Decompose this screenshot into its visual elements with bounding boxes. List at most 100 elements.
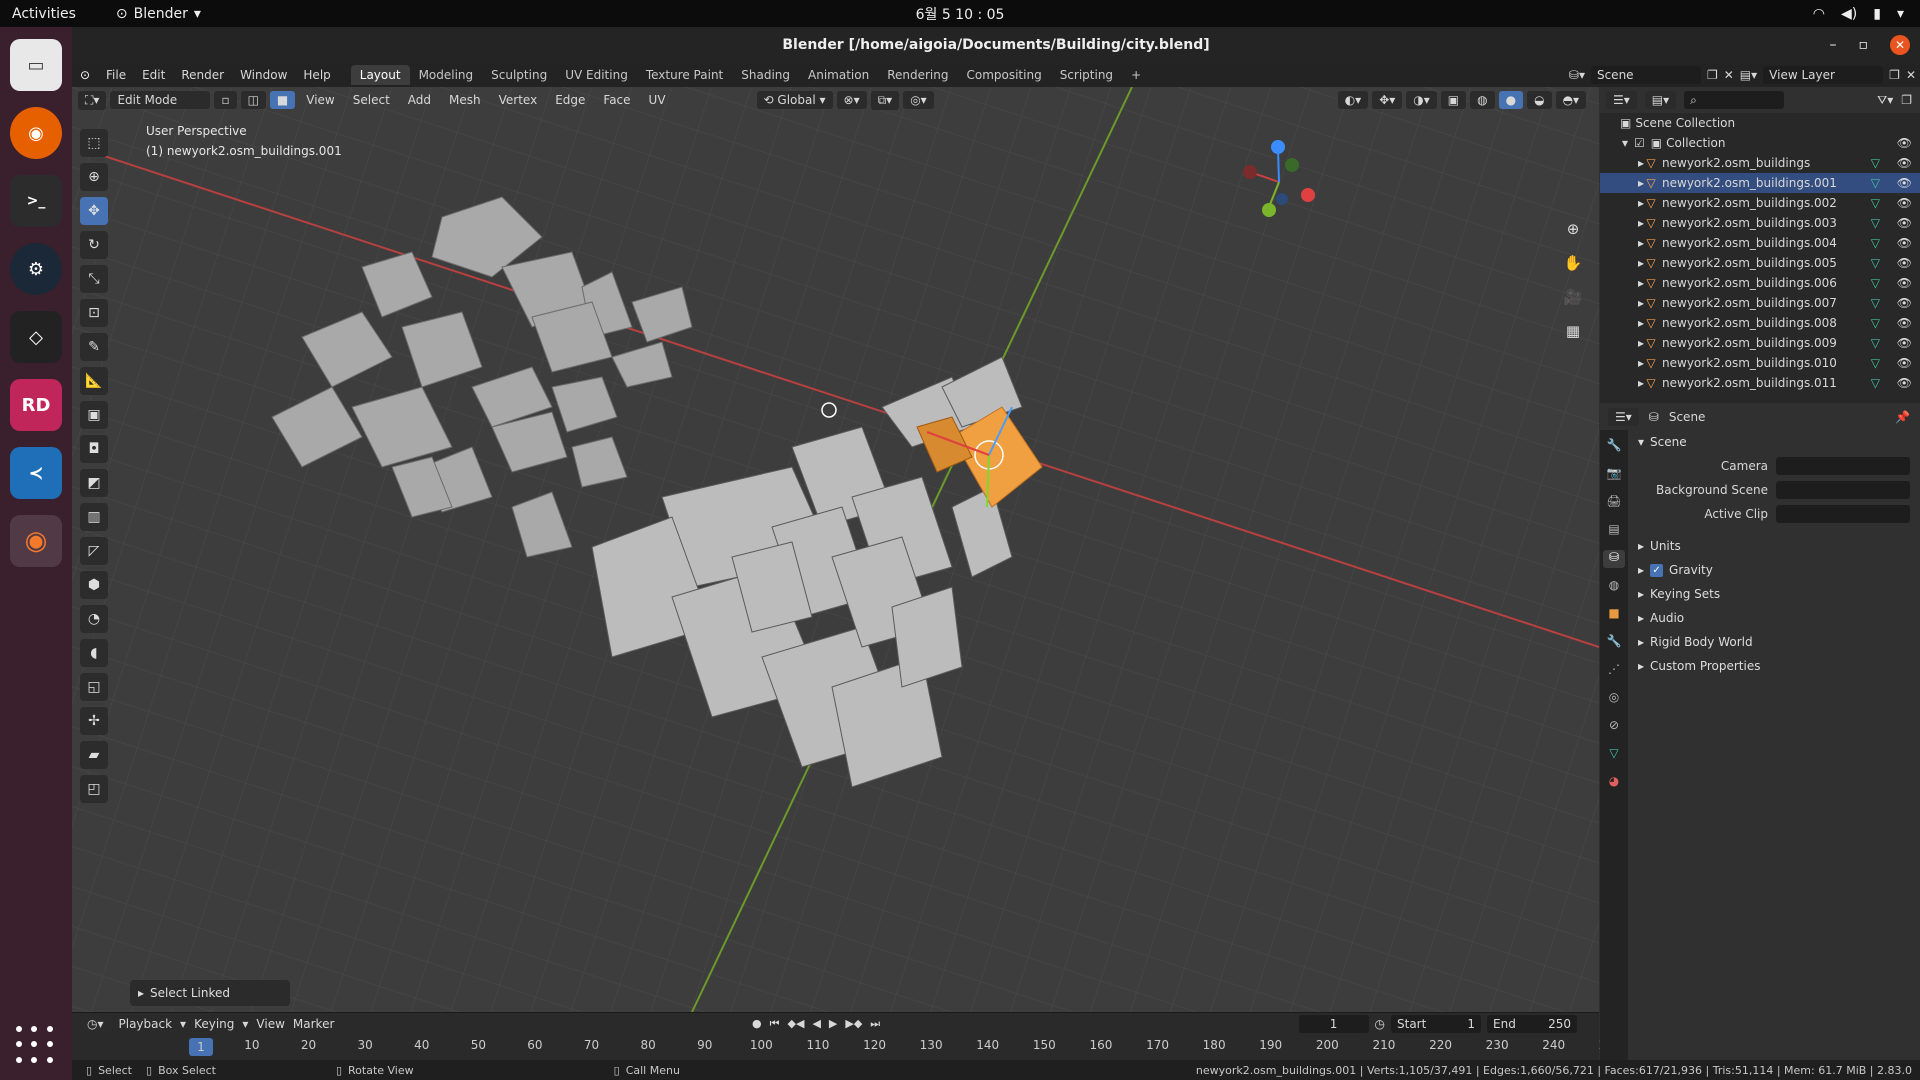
rigid-body-world-panel[interactable]: ▸ Rigid Body World	[1628, 630, 1920, 654]
material-tab-icon[interactable]: ◕	[1603, 774, 1625, 792]
menu-uv[interactable]: UV	[642, 93, 673, 107]
wireframe-shading-icon[interactable]: ◍	[1470, 91, 1495, 109]
expand-arrow-icon[interactable]: ▾	[1622, 136, 1628, 150]
checkbox-icon[interactable]: ☑	[1634, 136, 1645, 150]
background-scene-field[interactable]	[1776, 481, 1910, 499]
outliner-editor-icon[interactable]: ☰▾	[1606, 91, 1637, 109]
audio-panel[interactable]: ▸ Audio	[1628, 606, 1920, 630]
eye-icon[interactable]: 👁	[1897, 316, 1912, 330]
next-keyframe-icon[interactable]: ▶◆	[845, 1017, 862, 1031]
eye-icon[interactable]: 👁	[1897, 296, 1912, 310]
outliner-object-row[interactable]: ▸ ▽ newyork2.osm_buildings.010 ▽ 👁	[1600, 353, 1920, 373]
select-box-icon[interactable]: ⬚	[80, 129, 108, 157]
menu-view-timeline[interactable]: View	[256, 1017, 284, 1031]
cursor-icon[interactable]: ⊕	[80, 163, 108, 191]
system-tray[interactable]: ◠ ◀) ▮ ▾	[1813, 6, 1904, 22]
camera-view-icon[interactable]: 🎥	[1561, 285, 1585, 309]
firefox-icon[interactable]: ◉	[10, 107, 62, 159]
eye-icon[interactable]: 👁	[1897, 336, 1912, 350]
outliner-object-row[interactable]: ▸ ▽ newyork2.osm_buildings.006 ▽ 👁	[1600, 273, 1920, 293]
remove-view-layer-icon[interactable]: ✕	[1906, 68, 1916, 82]
menu-view[interactable]: View	[299, 93, 341, 107]
eye-icon[interactable]: 👁	[1897, 156, 1912, 170]
remove-scene-icon[interactable]: ✕	[1724, 68, 1734, 82]
files-icon[interactable]: ▭	[10, 39, 62, 91]
frame-ruler[interactable]: 1 10 20 30 40 50 60 70 80 90 100 110 120 130 140 150 16…	[72, 1035, 1622, 1057]
3d-viewport[interactable]: ⛶▾ Edit Mode ▫ ◫ ■ View Select Add Mesh …	[72, 87, 1599, 1012]
jump-end-icon[interactable]: ⏭	[870, 1017, 880, 1031]
collection-row[interactable]: ▾ ☑ ▣ Collection 👁	[1600, 133, 1920, 153]
overlays-icon[interactable]: ◑▾	[1406, 91, 1437, 109]
constraints-tab-icon[interactable]: ⊘	[1603, 718, 1625, 736]
scene-tab-icon[interactable]: ⛁	[1603, 550, 1625, 568]
record-icon[interactable]: ●	[752, 1017, 762, 1031]
show-apps-icon[interactable]	[16, 1026, 56, 1066]
mesh-data-icon[interactable]: ▽	[1871, 256, 1880, 270]
new-view-layer-icon[interactable]: ❐	[1889, 68, 1900, 82]
xray-icon[interactable]: ▣	[1440, 91, 1467, 109]
scene-field[interactable]: Scene	[1590, 66, 1701, 84]
annotate-icon[interactable]: ✎	[80, 333, 108, 361]
menu-add[interactable]: Add	[401, 93, 438, 107]
mesh-data-icon[interactable]: ▽	[1871, 376, 1880, 390]
select-mode-vertex-icon[interactable]: ▫	[214, 91, 237, 109]
edge-slide-icon[interactable]: ◱	[80, 673, 108, 701]
tab-modeling[interactable]: Modeling	[410, 65, 483, 85]
gravity-panel[interactable]: ▸ ✓ Gravity	[1628, 558, 1920, 582]
vscode-icon[interactable]: ≺	[10, 447, 62, 499]
keying-sets-panel[interactable]: ▸ Keying Sets	[1628, 582, 1920, 606]
spin-icon[interactable]: ◔	[80, 605, 108, 633]
window-titlebar[interactable]: Blender [/home/aigoia/Documents/Building…	[72, 27, 1920, 63]
view-layer-icon[interactable]: ▤▾	[1740, 68, 1757, 82]
eye-icon[interactable]: 👁	[1897, 356, 1912, 370]
units-panel[interactable]: ▸ Units	[1628, 534, 1920, 558]
jump-start-icon[interactable]: ⏮	[770, 1017, 780, 1031]
menu-playback[interactable]: Playback	[119, 1017, 173, 1031]
prev-keyframe-icon[interactable]: ◆◀	[788, 1017, 805, 1031]
poly-build-icon[interactable]: ⬢	[80, 571, 108, 599]
steam-icon[interactable]: ⚙	[10, 243, 62, 295]
eye-icon[interactable]: 👁	[1897, 216, 1912, 230]
maximize-icon[interactable]: ▫	[1859, 37, 1869, 53]
visibility-icon[interactable]: ◐▾	[1337, 91, 1369, 109]
menu-render[interactable]: Render	[173, 68, 232, 82]
active-clip-field[interactable]	[1776, 505, 1910, 523]
last-operator-panel[interactable]: ▸ Select Linked	[130, 980, 290, 1006]
tool-tab-icon[interactable]: 🔧	[1603, 438, 1625, 456]
mesh-data-icon[interactable]: ▽	[1871, 156, 1880, 170]
outliner-object-row[interactable]: ▸ ▽ newyork2.osm_buildings.002 ▽ 👁	[1600, 193, 1920, 213]
scale-icon[interactable]: ⤡	[80, 265, 108, 293]
mode-select[interactable]: Edit Mode	[110, 91, 211, 109]
rotate-icon[interactable]: ↻	[80, 231, 108, 259]
minimize-icon[interactable]: –	[1830, 37, 1837, 53]
mesh-data-icon[interactable]: ▽	[1871, 276, 1880, 290]
outliner-object-row[interactable]: ▸ ▽ newyork2.osm_buildings.009 ▽ 👁	[1600, 333, 1920, 353]
physics-tab-icon[interactable]: ◎	[1603, 690, 1625, 708]
unity-icon[interactable]: ◇	[10, 311, 62, 363]
particles-tab-icon[interactable]: ⋰	[1603, 662, 1625, 680]
mesh-data-icon[interactable]: ▽	[1871, 236, 1880, 250]
solid-shading-icon[interactable]: ●	[1498, 91, 1524, 109]
menu-face[interactable]: Face	[596, 93, 637, 107]
eye-icon[interactable]: 👁	[1897, 256, 1912, 270]
camera-field[interactable]	[1776, 457, 1910, 475]
snap-icon[interactable]: ⧉▾	[870, 90, 900, 110]
tab-sculpting[interactable]: Sculpting	[482, 65, 556, 85]
outliner-object-row[interactable]: ▸ ▽ newyork2.osm_buildings.001 ▽ 👁	[1600, 173, 1920, 193]
filter-icon[interactable]: ⛛▾	[1877, 93, 1893, 108]
outliner-object-row[interactable]: ▸ ▽ newyork2.osm_buildings.008 ▽ 👁	[1600, 313, 1920, 333]
proportional-edit-icon[interactable]: ◎▾	[903, 91, 934, 109]
new-collection-icon[interactable]: ❐	[1901, 93, 1912, 107]
mesh-data-icon[interactable]: ▽	[1871, 356, 1880, 370]
properties-editor-icon[interactable]: ☰▾	[1608, 408, 1639, 426]
scene-collection-row[interactable]: ▣ Scene Collection	[1600, 113, 1920, 133]
current-frame-field[interactable]: 1	[1298, 1015, 1369, 1033]
mesh-data-icon[interactable]: ▽	[1871, 336, 1880, 350]
menu-edit[interactable]: Edit	[134, 68, 173, 82]
tab-layout[interactable]: Layout	[350, 65, 410, 85]
tab-uv-editing[interactable]: UV Editing	[556, 65, 637, 85]
move-icon[interactable]: ✥	[80, 197, 108, 225]
pivot-icon[interactable]: ⊗▾	[836, 91, 867, 109]
eye-icon[interactable]: 👁	[1897, 376, 1912, 390]
app-menu[interactable]: ⊙ Blender ▾	[116, 6, 201, 22]
